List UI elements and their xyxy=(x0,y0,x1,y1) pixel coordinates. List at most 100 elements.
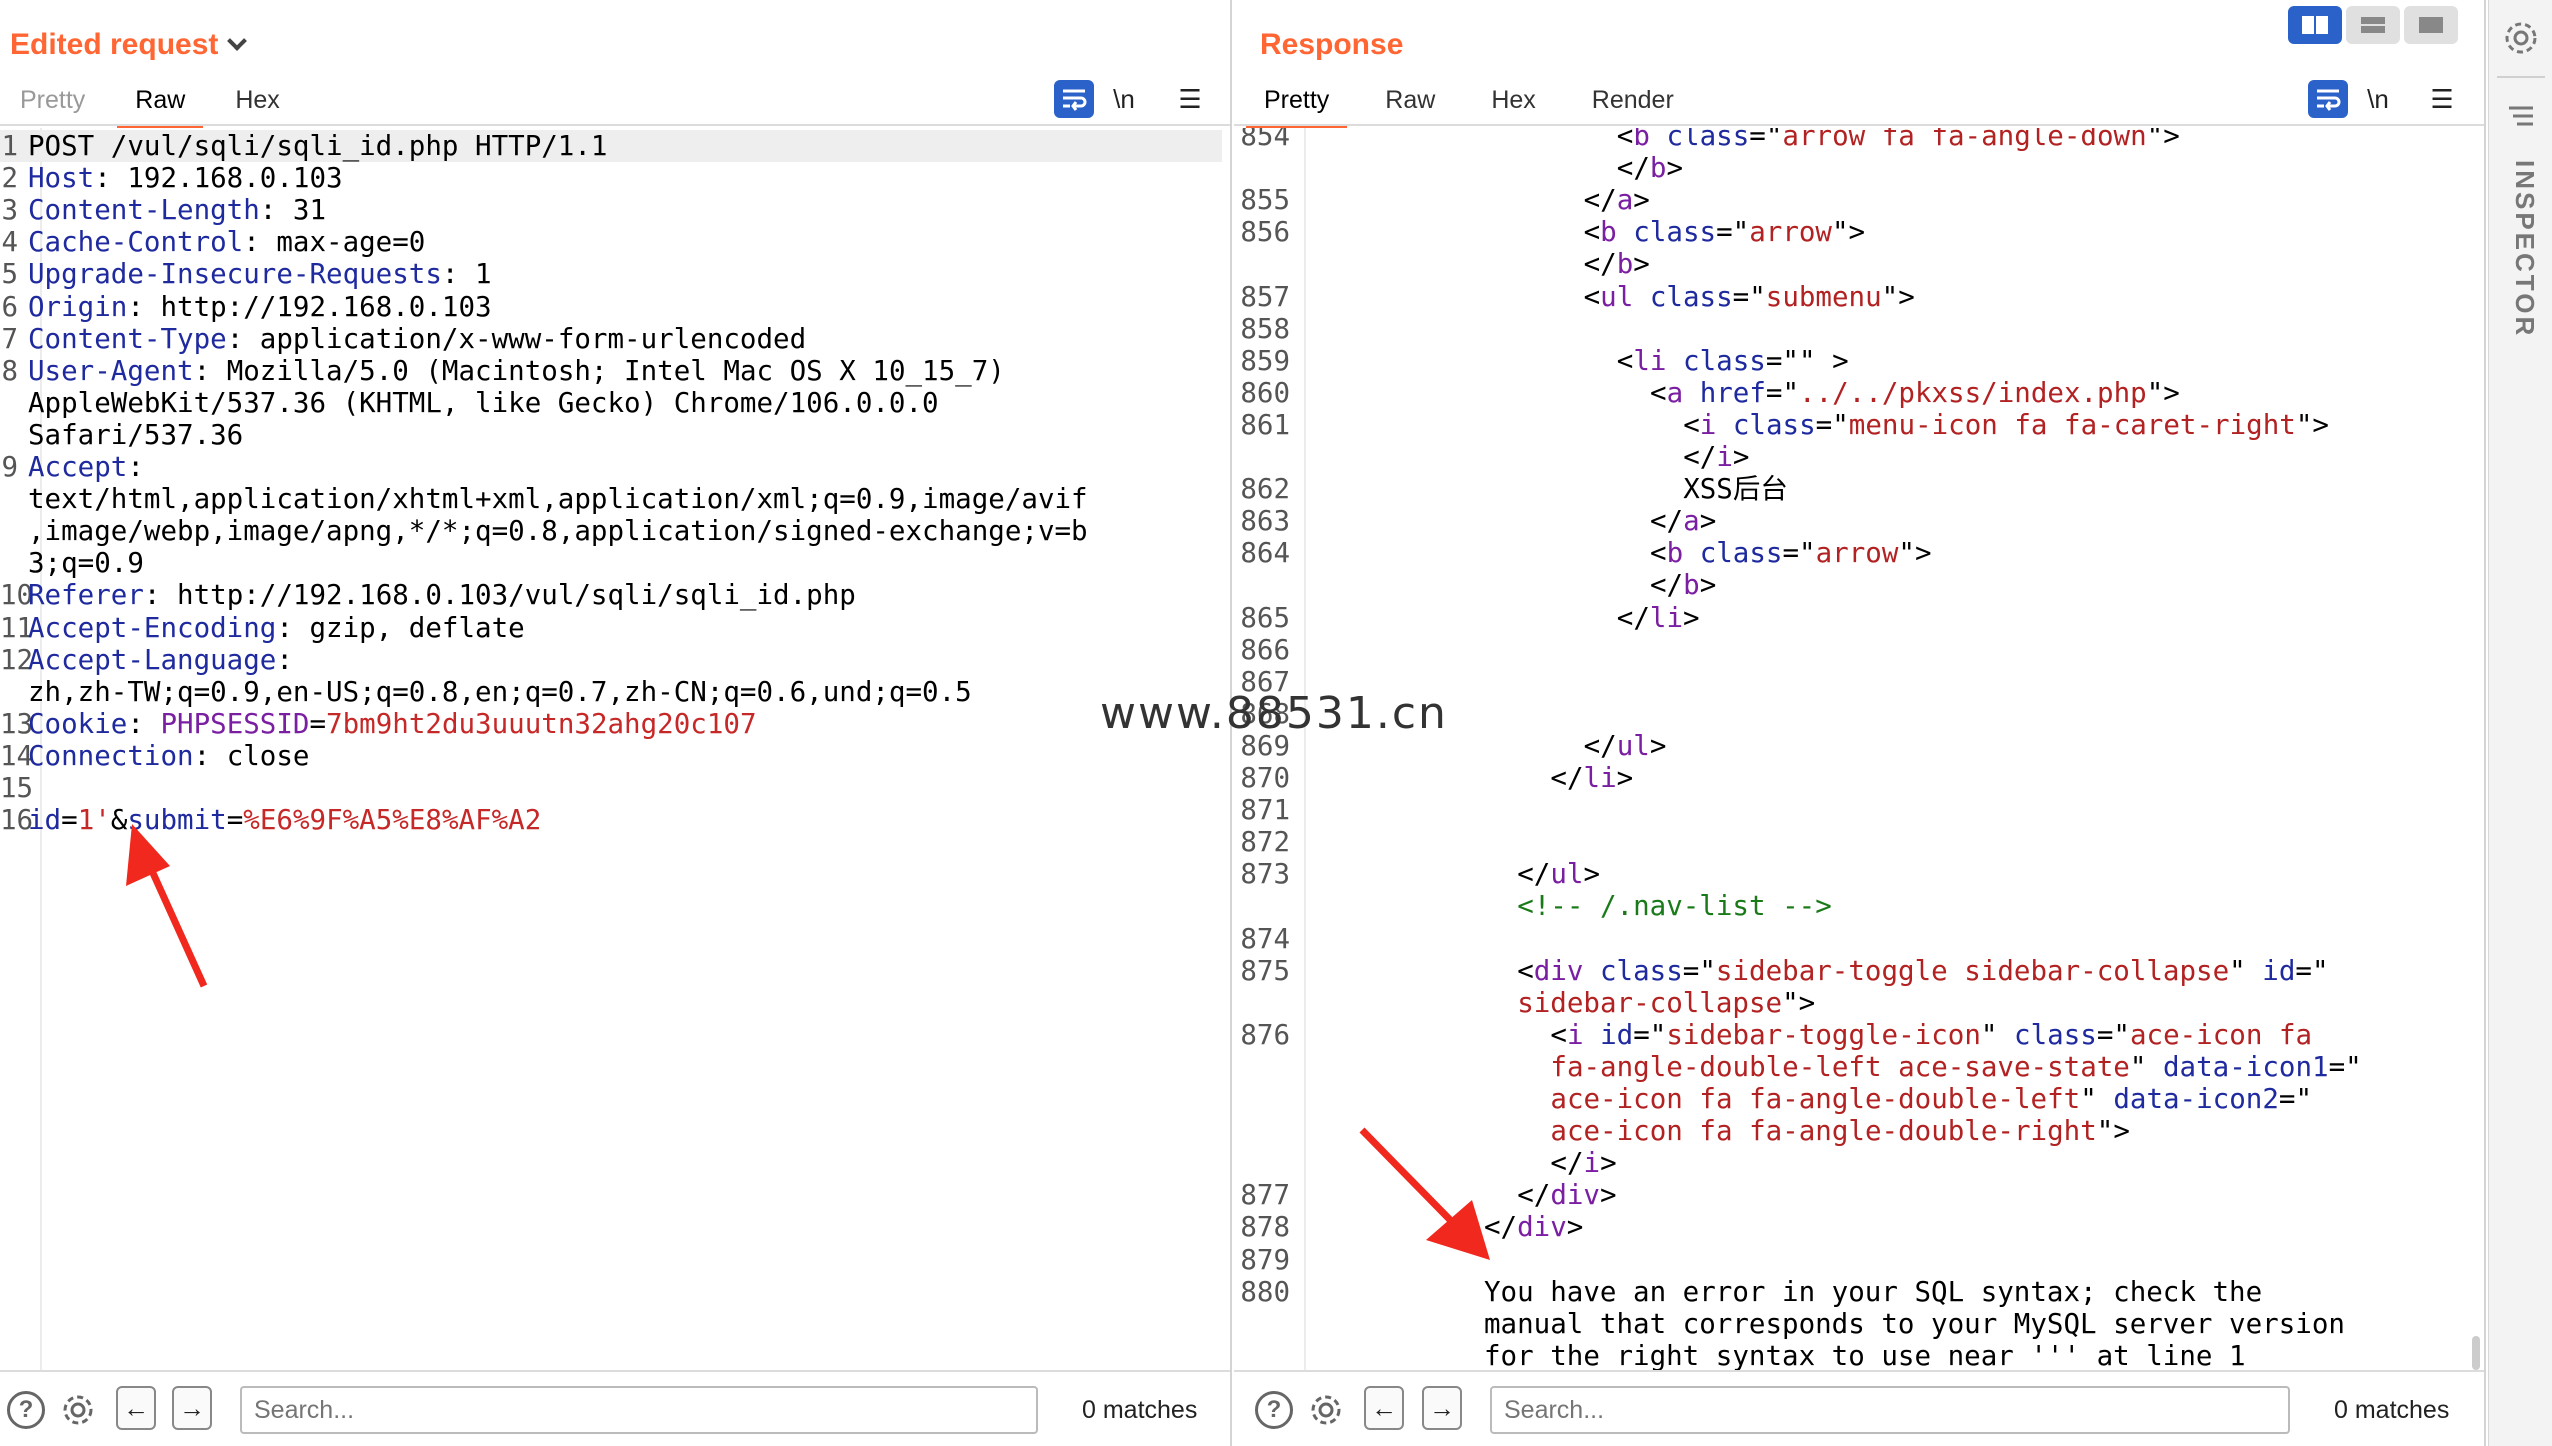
response-hamburger-menu-icon[interactable]: ☰ xyxy=(2422,80,2462,118)
request-code-line[interactable]: 4 Cache-Control: max-age=0 xyxy=(0,226,1222,258)
response-code-line[interactable]: for the right syntax to use near ''' at … xyxy=(1234,1340,2474,1370)
tab-response-raw[interactable]: Raw xyxy=(1367,82,1453,126)
response-code-line[interactable]: 864 <b class="arrow"> xyxy=(1234,537,2474,569)
response-code-line[interactable]: 870 </li> xyxy=(1234,762,2474,794)
request-title[interactable]: Edited request xyxy=(10,28,248,62)
response-prev-match-button[interactable]: ← xyxy=(1364,1386,1404,1430)
response-code-line[interactable]: 874 xyxy=(1234,923,2474,955)
request-code-line[interactable]: 9 Accept: xyxy=(0,451,1222,483)
line-content: manual that corresponds to your MySQL se… xyxy=(1298,1308,2345,1340)
request-pane: Edited request Pretty Raw Hex \n ☰ 1 POST… xyxy=(0,0,1232,1446)
request-code-line[interactable]: 7 Content-Type: application/x-www-form-ur… xyxy=(0,323,1222,355)
code-token: submenu xyxy=(1765,280,1882,313)
tab-request-hex[interactable]: Hex xyxy=(217,82,297,126)
response-code-line[interactable]: 876 <i id="sidebar-toggle-icon" class="ac… xyxy=(1234,1019,2474,1051)
tab-response-hex[interactable]: Hex xyxy=(1473,82,1553,126)
wrap-lines-button[interactable] xyxy=(1054,80,1094,118)
response-code-line[interactable]: </b> xyxy=(1234,248,2474,280)
layout-side-by-side-button[interactable] xyxy=(2288,6,2342,44)
request-code-line[interactable]: 1 POST /vul/sqli/sqli_id.php HTTP/1.1 xyxy=(0,130,1222,162)
response-code-line[interactable]: 873 </ul> xyxy=(1234,858,2474,890)
show-newlines-button[interactable]: \n xyxy=(1104,80,1144,118)
request-search-input[interactable] xyxy=(240,1386,1038,1434)
response-code-line[interactable]: 875 <div class="sidebar-toggle sidebar-co… xyxy=(1234,955,2474,987)
request-code-line[interactable]: zh,zh-TW;q=0.9,en-US;q=0.8,en;q=0.7,zh-C… xyxy=(0,676,1222,708)
response-gear-icon[interactable] xyxy=(1306,1390,1346,1430)
tab-request-raw[interactable]: Raw xyxy=(117,82,204,128)
request-code-line[interactable]: AppleWebKit/537.36 (KHTML, like Gecko) C… xyxy=(0,387,1222,419)
request-code-line[interactable]: ,image/webp,image/apng,*/*;q=0.8,applica… xyxy=(0,515,1222,547)
request-code-line[interactable]: 2 Host: 192.168.0.103 xyxy=(0,162,1222,194)
layout-top-bottom-button[interactable] xyxy=(2346,6,2400,44)
response-code-line[interactable]: 856 <b class="arrow"> xyxy=(1234,216,2474,248)
response-show-newlines-button[interactable]: \n xyxy=(2358,80,2398,118)
response-code-line[interactable]: 872 xyxy=(1234,826,2474,858)
line-content: <b class="arrow"> xyxy=(1298,537,1932,569)
inspector-list-icon[interactable] xyxy=(2505,104,2537,133)
request-code-line[interactable]: 10 Referer: http://192.168.0.103/vul/sqli… xyxy=(0,579,1222,611)
next-match-button[interactable]: → xyxy=(172,1386,212,1430)
request-code-line[interactable]: 3 Content-Length: 31 xyxy=(0,194,1222,226)
line-number xyxy=(1234,1147,1298,1179)
request-code-line[interactable]: 3;q=0.9 xyxy=(0,547,1222,579)
line-content: for the right syntax to use near ''' at … xyxy=(1298,1340,2246,1370)
response-code-line[interactable]: fa-angle-double-left ace-save-state" dat… xyxy=(1234,1051,2474,1083)
response-help-icon[interactable]: ? xyxy=(1254,1390,1294,1430)
inspector-tab[interactable]: INSPECTOR xyxy=(2496,160,2544,460)
layout-tabs-button[interactable] xyxy=(2404,6,2458,44)
response-code-line[interactable]: 865 </li> xyxy=(1234,602,2474,634)
code-token: > xyxy=(1699,569,1717,602)
request-code-line[interactable]: 15 xyxy=(0,772,1222,804)
request-code-line[interactable]: 6 Origin: http://192.168.0.103 xyxy=(0,291,1222,323)
response-code-line[interactable]: ace-icon fa fa-angle-double-left" data-i… xyxy=(1234,1083,2474,1115)
response-code-line[interactable]: 863 </a> xyxy=(1234,505,2474,537)
response-next-match-button[interactable]: → xyxy=(1422,1386,1462,1430)
response-code-line[interactable]: <!-- /.nav-list --> xyxy=(1234,890,2474,922)
tab-response-pretty[interactable]: Pretty xyxy=(1246,82,1348,128)
request-code-line[interactable]: text/html,application/xhtml+xml,applicat… xyxy=(0,483,1222,515)
response-code-line[interactable]: 866 xyxy=(1234,634,2474,666)
gear-icon[interactable] xyxy=(58,1390,98,1430)
line-number: 3 xyxy=(1,194,18,227)
response-code-line[interactable]: 880 You have an error in your SQL syntax;… xyxy=(1234,1276,2474,1308)
request-code-line[interactable]: 5 Upgrade-Insecure-Requests: 1 xyxy=(0,258,1222,290)
response-code-line[interactable]: 871 xyxy=(1234,794,2474,826)
help-icon[interactable]: ? xyxy=(6,1390,46,1430)
request-code-line[interactable]: 8 User-Agent: Mozilla/5.0 (Macintosh; Int… xyxy=(0,355,1222,387)
tab-request-pretty[interactable]: Pretty xyxy=(2,82,103,126)
response-code-line[interactable]: 862 XSS后台 xyxy=(1234,473,2474,505)
request-code-line[interactable]: 12 Accept-Language: xyxy=(0,644,1222,676)
prev-match-button[interactable]: ← xyxy=(116,1386,156,1430)
code-token: text/html,application/xhtml+xml,applicat… xyxy=(28,483,1088,516)
response-code-line[interactable]: 861 <i class="menu-icon fa fa-caret-right… xyxy=(1234,409,2474,441)
response-code-line[interactable]: 855 </a> xyxy=(1234,184,2474,216)
chevron-down-icon[interactable] xyxy=(227,31,248,51)
hamburger-menu-icon[interactable]: ☰ xyxy=(1170,80,1210,118)
response-code-line[interactable]: 854 <b class="arrow fa fa-angle-down"> xyxy=(1234,128,2474,152)
line-number xyxy=(1234,890,1298,922)
request-code-line[interactable]: 14 Connection: close xyxy=(0,740,1222,772)
request-editor[interactable]: 1 POST /vul/sqli/sqli_id.php HTTP/1.1 2 Hos… xyxy=(0,128,1230,1370)
code-token: "> xyxy=(2096,1115,2130,1148)
response-code-line[interactable]: 857 <ul class="submenu"> xyxy=(1234,281,2474,313)
response-code-line[interactable]: </i> xyxy=(1234,441,2474,473)
response-wrap-lines-button[interactable] xyxy=(2308,80,2348,118)
inspector-settings-gear-icon[interactable] xyxy=(2501,18,2541,63)
response-code-line[interactable]: 858 xyxy=(1234,313,2474,345)
response-code-line[interactable]: </b> xyxy=(1234,152,2474,184)
line-content: sidebar-collapse"> xyxy=(1298,987,1815,1019)
response-code-line[interactable]: manual that corresponds to your MySQL se… xyxy=(1234,1308,2474,1340)
request-code-line[interactable]: Safari/537.36 xyxy=(0,419,1222,451)
tab-response-render[interactable]: Render xyxy=(1574,82,1692,126)
response-code-line[interactable]: 860 <a href="../../pkxss/index.php"> xyxy=(1234,377,2474,409)
line-content: 3;q=0.9 xyxy=(22,547,144,579)
response-search-input[interactable] xyxy=(1490,1386,2290,1434)
line-number xyxy=(1234,1115,1298,1147)
request-code-line[interactable]: 11 Accept-Encoding: gzip, deflate xyxy=(0,612,1222,644)
response-code-line[interactable]: 859 <li class="" > xyxy=(1234,345,2474,377)
line-number: 6 xyxy=(1,290,18,323)
response-code-line[interactable]: </b> xyxy=(1234,569,2474,601)
response-code-line[interactable]: sidebar-collapse"> xyxy=(1234,987,2474,1019)
request-code-line[interactable]: 13 Cookie: PHPSESSID=7bm9ht2du3uuutn32ahg… xyxy=(0,708,1222,740)
line-number xyxy=(1234,1308,1298,1340)
